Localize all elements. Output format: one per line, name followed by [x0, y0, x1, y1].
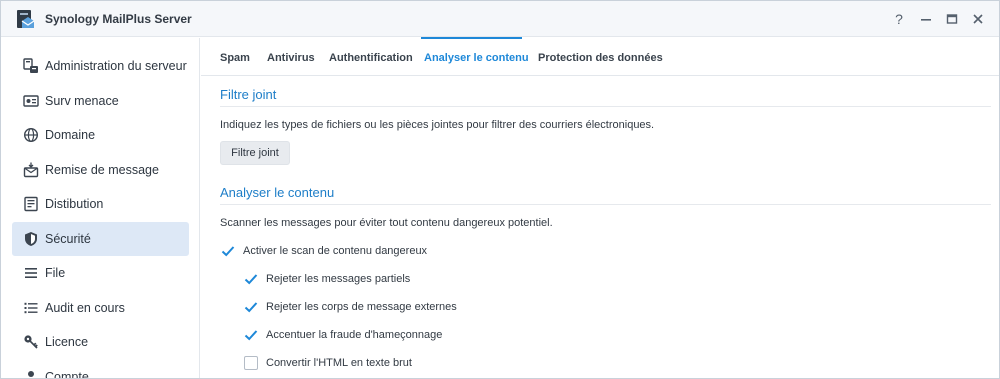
checkmark-icon: [244, 302, 258, 313]
sidebar-item-label: Domaine: [45, 128, 96, 142]
checkmark-icon: [221, 246, 235, 257]
minimize-icon: [921, 19, 931, 21]
audit-list-icon: [24, 302, 38, 314]
tab-antivirus[interactable]: Antivirus: [267, 52, 315, 64]
unchecked-box: [244, 356, 258, 370]
sidebar-item-label: Distibution: [45, 197, 104, 211]
threat-monitor-icon: [23, 95, 39, 107]
help-button[interactable]: ?: [889, 9, 909, 29]
sidebar-item-threat-monitor[interactable]: Surv menace: [12, 84, 189, 118]
sidebar-item-label: Licence: [45, 335, 89, 349]
sidebar-item-account[interactable]: Compte: [12, 360, 189, 379]
sidebar-item-audit[interactable]: Audit en cours: [12, 291, 189, 325]
checkbox-label: Rejeter les messages partiels: [266, 273, 411, 285]
mailplus-window: Synology MailPlus Server ? Administratio…: [0, 0, 1000, 379]
sidebar-item-message-delivery[interactable]: Remise de message: [12, 153, 189, 187]
shield-icon: [25, 232, 37, 246]
sidebar-item-label: Sécurité: [45, 232, 91, 246]
sidebar-item-queue[interactable]: File: [12, 256, 189, 290]
sidebar-item-security[interactable]: Sécurité: [12, 222, 189, 256]
tab-spam[interactable]: Spam: [220, 52, 250, 64]
sidebar-item-label: Remise de message: [45, 163, 159, 177]
attachment-filter-button[interactable]: Filtre joint: [220, 141, 290, 165]
checkbox-label: Rejeter les corps de message externes: [266, 301, 457, 313]
content-scan-description: Scanner les messages pour éviter tout co…: [220, 217, 553, 229]
active-tab-indicator: [421, 37, 522, 39]
sidebar-item-label: Administration du serveur: [45, 59, 187, 73]
sidebar-item-domain[interactable]: Domaine: [12, 118, 189, 152]
checkbox-label: Accentuer la fraude d'hameçonnage: [266, 329, 443, 341]
attachment-filter-description: Indiquez les types de fichiers ou les pi…: [220, 119, 655, 131]
maximize-icon: [946, 14, 958, 24]
checkbox-label: Convertir l'HTML en texte brut: [266, 357, 412, 369]
checkmark-icon: [244, 330, 258, 341]
mailplus-app-icon: [17, 10, 35, 28]
minimize-button[interactable]: [916, 9, 936, 29]
server-admin-icon: [23, 58, 38, 73]
section-divider: [220, 106, 991, 107]
tab-authentication[interactable]: Authentification: [329, 52, 413, 64]
help-icon: ?: [895, 11, 903, 27]
sidebar-item-label: Surv menace: [45, 94, 119, 108]
section-divider: [220, 204, 991, 205]
content-scan-title: Analyser le contenu: [220, 185, 335, 200]
checkmark-icon: [244, 274, 258, 285]
attachment-filter-button-label: Filtre joint: [231, 147, 279, 159]
sidebar: Administration du serveur Surv menace Do…: [1, 38, 200, 379]
close-icon: [973, 14, 983, 24]
tab-bar: Spam Antivirus Authentification Analyser…: [201, 38, 999, 76]
globe-icon: [23, 127, 39, 143]
close-button[interactable]: [968, 9, 988, 29]
key-icon: [24, 335, 38, 349]
sidebar-item-distribution[interactable]: Distibution: [12, 187, 189, 221]
checkbox-label: Activer le scan de contenu dangereux: [243, 245, 428, 257]
sidebar-item-license[interactable]: Licence: [12, 325, 189, 359]
queue-icon: [25, 268, 37, 278]
sidebar-item-label: File: [45, 266, 66, 280]
sidebar-item-label: Audit en cours: [45, 301, 125, 315]
tab-content-scan[interactable]: Analyser le contenu: [424, 52, 529, 64]
window-title: Synology MailPlus Server: [45, 12, 192, 26]
distribution-icon: [24, 196, 38, 212]
sidebar-item-server-admin[interactable]: Administration du serveur: [12, 49, 189, 83]
tab-data-protection[interactable]: Protection des données: [538, 52, 663, 64]
sidebar-item-label: Compte: [45, 370, 89, 379]
message-delivery-icon: [23, 162, 39, 178]
maximize-button[interactable]: [942, 9, 962, 29]
attachment-filter-title: Filtre joint: [220, 87, 277, 102]
user-icon: [28, 371, 34, 377]
title-bar: Synology MailPlus Server ?: [1, 1, 999, 37]
